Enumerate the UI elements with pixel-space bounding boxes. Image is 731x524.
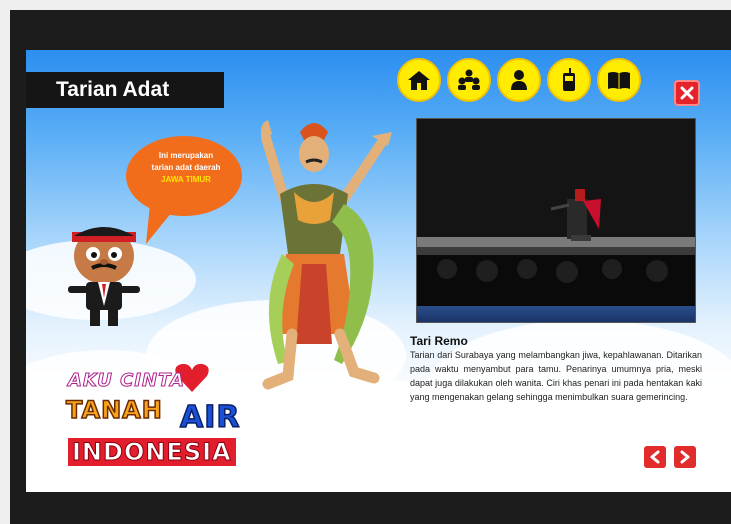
book-icon [608, 72, 630, 89]
people-button[interactable] [447, 58, 491, 102]
person-icon [511, 70, 527, 90]
dancer-illustration [260, 120, 392, 390]
video-title: Tari Remo [410, 334, 468, 348]
close-icon [680, 86, 694, 100]
logo-line-3: INDONESIA [68, 438, 236, 467]
video-description: Tarian dari Surabaya yang melambangkan j… [410, 350, 702, 402]
mascot-character [68, 227, 140, 326]
next-button[interactable] [674, 446, 696, 468]
contact-button[interactable] [547, 58, 591, 102]
speech-line-2: tarian adat daerah [151, 163, 221, 172]
logo-line-2b: AIR [179, 399, 241, 436]
people-icon [458, 69, 480, 90]
profile-button[interactable] [497, 58, 541, 102]
home-button[interactable] [397, 58, 441, 102]
video-controls[interactable] [417, 306, 695, 322]
book-button[interactable] [597, 58, 641, 102]
phone-icon [563, 68, 575, 91]
top-nav [397, 58, 641, 102]
aku-cinta-logo: AKU CINTA TANAH AIR INDONESIA [65, 362, 252, 474]
logo-line-1: AKU CINTA [68, 370, 185, 392]
video-frame [417, 119, 695, 308]
chevron-right-icon [680, 450, 690, 464]
home-icon [408, 71, 430, 90]
video-player[interactable] [416, 118, 696, 323]
chevron-left-icon [650, 450, 660, 464]
logo-line-2a: TANAH [65, 395, 163, 425]
close-button[interactable] [674, 80, 700, 106]
page-title: Tarian Adat [26, 72, 224, 108]
previous-button[interactable] [644, 446, 666, 468]
speech-line-1: Ini merupakan [158, 151, 214, 160]
scene: Tarian Adat Ini merupakan tarian adat da… [26, 50, 731, 492]
